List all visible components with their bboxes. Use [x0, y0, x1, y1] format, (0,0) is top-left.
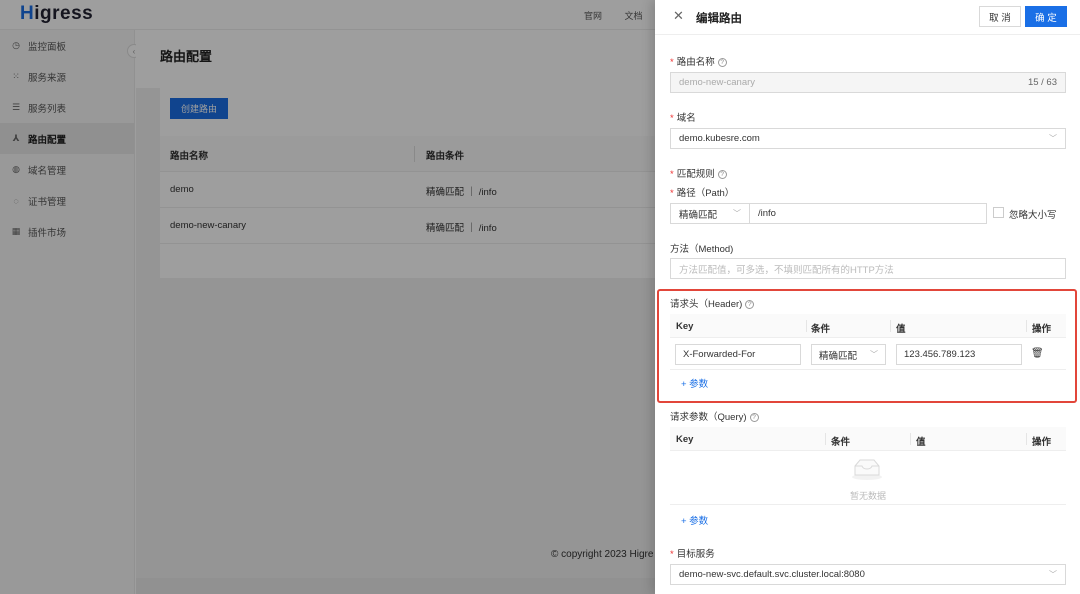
column-divider: [890, 320, 891, 332]
help-icon[interactable]: ?: [745, 300, 755, 309]
help-icon[interactable]: ?: [717, 170, 727, 179]
column-actions: 操作: [1032, 437, 1052, 448]
column-key: Key: [676, 434, 694, 445]
chevron-down-icon: ﹀: [870, 350, 878, 359]
chevron-down-icon: ﹀: [733, 209, 741, 218]
match-rules-label: * 匹配规则?: [670, 166, 727, 180]
column-divider: [1026, 320, 1027, 332]
column-divider: [910, 433, 911, 445]
query-label: 请求参数（Query)?: [670, 409, 759, 423]
header-key-input[interactable]: X-Forwarded-For: [675, 344, 801, 365]
query-table-head: Key 条件 值 操作: [670, 427, 1066, 451]
empty-box-icon: [852, 459, 882, 480]
column-condition: 条件: [831, 437, 851, 448]
method-label: 方法（Method): [670, 244, 734, 255]
path-label: * 路径（Path）: [670, 188, 735, 199]
path-match-type-select[interactable]: 精确匹配 ﹀: [670, 203, 750, 224]
domain-label: * 域名: [670, 113, 696, 124]
column-actions: 操作: [1032, 324, 1052, 335]
drawer-title: 编辑路由: [696, 13, 742, 25]
target-service-label: * 目标服务: [670, 549, 715, 560]
add-header-param-button[interactable]: + 参数: [681, 376, 708, 390]
method-select[interactable]: 方法匹配值，可多选，不填则匹配所有的HTTP方法: [670, 258, 1066, 279]
target-service-select[interactable]: demo-new-svc.default.svc.cluster.local:8…: [670, 564, 1066, 585]
column-condition: 条件: [811, 324, 831, 335]
path-input[interactable]: /info: [749, 203, 987, 224]
chevron-down-icon: ﹀: [1049, 134, 1057, 143]
header-value-input[interactable]: 123.456.789.123: [896, 344, 1022, 365]
column-divider: [806, 320, 807, 332]
modal-mask[interactable]: [0, 0, 655, 594]
row-divider: [670, 504, 1066, 505]
column-value: 值: [916, 437, 926, 448]
column-key: Key: [676, 321, 694, 332]
empty-text: 暂无数据: [850, 491, 887, 501]
ignore-case-label[interactable]: 忽略大小写: [1009, 207, 1057, 221]
route-name-input: demo-new-canary 15 / 63: [670, 72, 1066, 93]
row-divider: [670, 369, 1066, 370]
delete-icon[interactable]: 🗑: [1031, 348, 1044, 359]
add-query-param-button[interactable]: + 参数: [681, 513, 708, 527]
column-divider: [825, 433, 826, 445]
drawer-header: ✕ 编辑路由 取 消 确 定: [655, 0, 1080, 35]
confirm-button[interactable]: 确 定: [1025, 6, 1067, 27]
column-divider: [1026, 433, 1027, 445]
close-icon[interactable]: ✕: [673, 8, 684, 24]
ignore-case-checkbox[interactable]: [993, 207, 1004, 218]
help-icon[interactable]: ?: [717, 58, 727, 67]
header-label: 请求头（Header)?: [670, 296, 755, 310]
edit-route-drawer: ✕ 编辑路由 取 消 确 定 * 路由名称? demo-new-canary 15…: [655, 0, 1080, 594]
char-count: 15 / 63: [1027, 77, 1057, 88]
header-condition-select[interactable]: 精确匹配 ﹀: [811, 344, 886, 365]
header-table-head: Key 条件 值 操作: [670, 314, 1066, 338]
chevron-down-icon: ﹀: [1049, 570, 1057, 579]
column-value: 值: [896, 324, 906, 335]
route-name-label: * 路由名称?: [670, 54, 727, 68]
domain-select[interactable]: demo.kubesre.com ﹀: [670, 128, 1066, 149]
cancel-button[interactable]: 取 消: [979, 6, 1021, 27]
help-icon[interactable]: ?: [749, 413, 759, 422]
